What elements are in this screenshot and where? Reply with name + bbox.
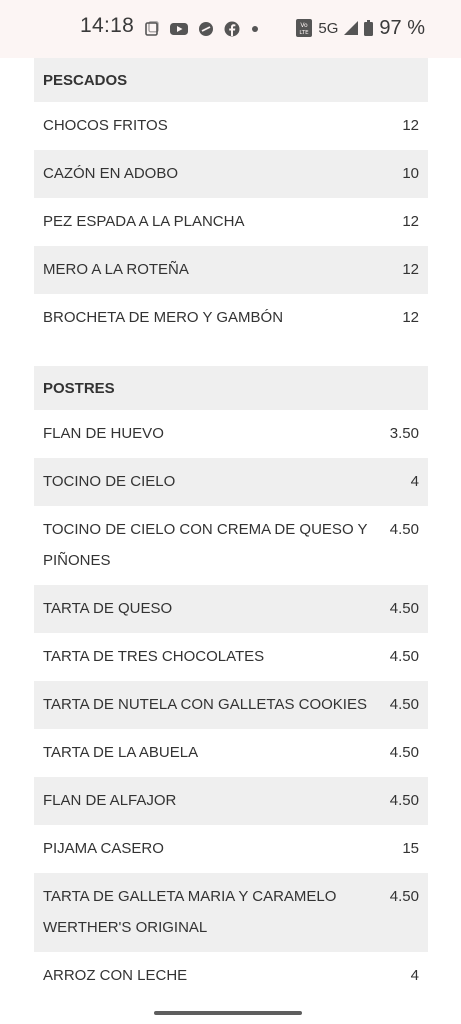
item-name: BROCHETA DE MERO Y GAMBÓN [43,309,284,326]
system-icons: Vo LTE 5G 97 % [296,16,425,40]
item-name: ARROZ CON LECHE [43,967,188,984]
menu-item: TARTA DE GALLETA MARIA Y CARAMELO WERTHE… [34,873,428,952]
item-price: 4.50 [389,521,419,538]
battery-percent: 97 % [379,16,425,39]
volte-icon: Vo LTE [296,19,313,37]
section-header: POSTRES [34,366,428,410]
item-price: 4.50 [389,744,419,761]
item-name: MERO A LA ROTEÑA [43,261,189,278]
svg-text:Vo: Vo [301,22,309,29]
item-name: TARTA DE QUESO [43,600,173,617]
item-name: TARTA DE TRES CHOCOLATES [43,648,265,665]
item-name: PIJAMA CASERO [43,840,164,857]
dot-icon [250,24,260,34]
youtube-icon [170,22,188,36]
signal-icon [344,21,359,35]
menu-item: TARTA DE NUTELA CON GALLETAS COOKIES 4.5… [34,681,428,729]
item-price: 4.50 [389,792,419,809]
menu-item: PEZ ESPADA A LA PLANCHA 12 [34,198,428,246]
item-price: 4 [410,967,419,984]
battery-icon [364,20,374,36]
section-header: PESCADOS [34,58,428,102]
menu-item: MERO A LA ROTEÑA 12 [34,246,428,294]
menu-item: TARTA DE LA ABUELA 4.50 [34,729,428,777]
menu-item: FLAN DE ALFAJOR 4.50 [34,777,428,825]
notification-icons [144,19,260,39]
item-name: CHOCOS FRITOS [43,117,168,134]
item-price: 4.50 [389,600,419,617]
menu-item: FLAN DE HUEVO 3.50 [34,410,428,458]
screenshot-icon [144,21,160,37]
app-icon [198,21,214,37]
menu-item: TARTA DE TRES CHOCOLATES 4.50 [34,633,428,681]
item-price: 3.50 [389,425,419,442]
home-indicator[interactable] [154,1011,302,1015]
item-name: FLAN DE HUEVO [43,425,164,442]
menu-list: PESCADOS CHOCOS FRITOS 12 CAZÓN EN ADOBO… [34,58,428,1000]
menu-item: TOCINO DE CIELO CON CREMA DE QUESO Y PIÑ… [34,506,428,585]
menu-item: ARROZ CON LECHE 4 [34,952,428,1000]
menu-item: BROCHETA DE MERO Y GAMBÓN 12 [34,294,428,342]
item-price: 12 [402,261,419,278]
item-price: 10 [402,165,419,182]
menu-item: TARTA DE QUESO 4.50 [34,585,428,633]
facebook-icon [224,21,240,37]
item-price: 12 [402,117,419,134]
item-name: PEZ ESPADA A LA PLANCHA [43,213,245,230]
item-price: 4.50 [389,696,419,713]
menu-item: PIJAMA CASERO 15 [34,825,428,873]
menu-item: CAZÓN EN ADOBO 10 [34,150,428,198]
item-price: 12 [402,309,419,326]
item-name: TARTA DE LA ABUELA [43,744,199,761]
menu-item: CHOCOS FRITOS 12 [34,102,428,150]
item-name: TOCINO DE CIELO [43,473,176,490]
status-bar: 14:18 Vo LTE 5G 97 % [0,0,461,58]
item-name: TARTA DE GALLETA MARIA Y CARAMELO WERTHE… [43,888,337,936]
item-price: 12 [402,213,419,230]
item-price: 4.50 [389,648,419,665]
network-type: 5G [318,19,339,37]
item-price: 4.50 [389,888,419,905]
item-name: FLAN DE ALFAJOR [43,792,177,809]
item-name: TARTA DE NUTELA CON GALLETAS COOKIES [43,696,367,713]
menu-item: TOCINO DE CIELO 4 [34,458,428,506]
status-time: 14:18 [80,14,135,37]
item-price: 4 [410,473,419,490]
item-name: TOCINO DE CIELO CON CREMA DE QUESO Y PIÑ… [43,521,368,569]
svg-text:LTE: LTE [300,30,310,36]
item-price: 15 [402,840,419,857]
item-name: CAZÓN EN ADOBO [43,165,179,182]
